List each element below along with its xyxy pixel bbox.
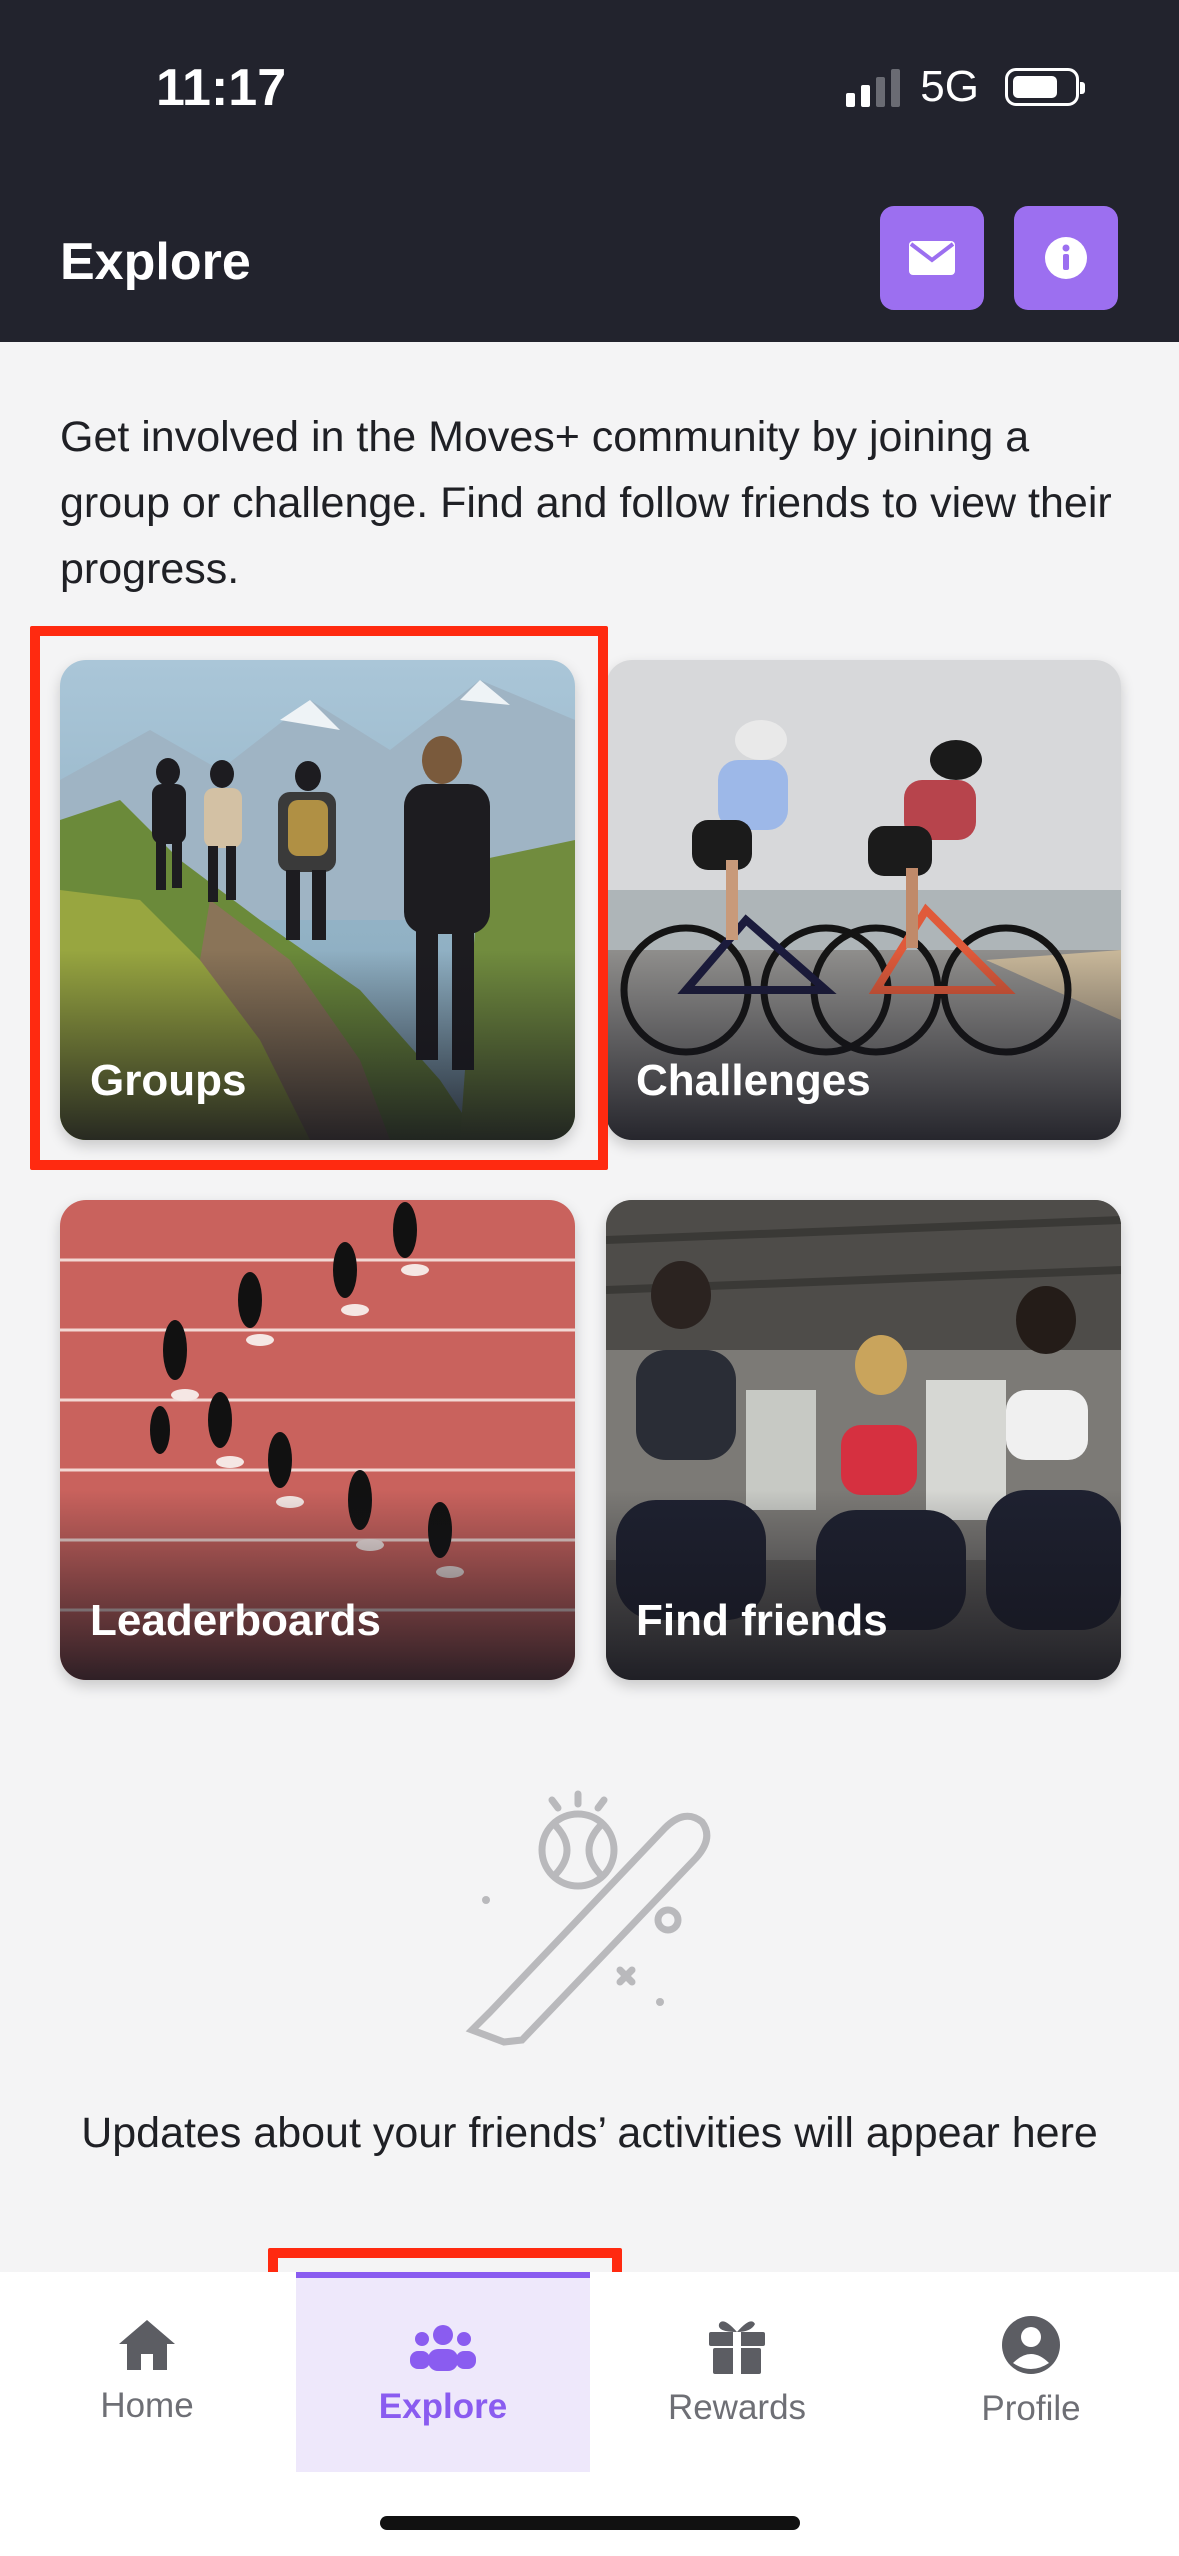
gift-icon [709,2321,765,2374]
leaderboards-tile[interactable]: Leaderboards [60,1200,575,1680]
groups-highlight [30,626,608,1170]
leaderboards-label: Leaderboards [90,1596,381,1645]
tile-shade [606,1490,1121,1680]
info-icon [1045,237,1087,279]
status-indicators: 5G [846,62,1085,112]
envelope-icon [909,241,955,275]
status-time: 11:17 [156,59,287,117]
page-title: Explore [60,233,251,291]
signal-icon [846,67,901,107]
people-icon [410,2325,476,2371]
info-button[interactable] [1014,206,1118,310]
bottom-tab-bar: Home Explore Rewards Profile [0,2272,1179,2556]
tile-shade [60,1490,575,1680]
app-header: 11:17 5G Explore [0,0,1179,342]
home-indicator [380,2516,800,2530]
tab-rewards-label: Rewards [667,2388,807,2427]
messages-button[interactable] [880,206,984,310]
tab-explore-label: Explore [378,2387,508,2426]
challenges-label: Challenges [636,1056,871,1105]
tab-profile[interactable]: Profile [884,2272,1178,2472]
intro-text: Get involved in the Moves+ community by … [60,413,1112,593]
tab-home-label: Home [100,2386,194,2425]
network-label: 5G [920,62,979,111]
tile-shade [606,950,1121,1140]
empty-state-text: Updates about your friends’ activities w… [81,2109,1098,2157]
user-circle-icon [1002,2316,1060,2374]
challenges-tile[interactable]: Challenges [606,660,1121,1140]
tab-explore[interactable]: Explore [296,2272,590,2472]
battery-icon [1005,68,1085,106]
tab-profile-label: Profile [981,2389,1081,2428]
find-friends-label: Find friends [636,1596,888,1645]
baseball-bat-icon [465,1790,711,2046]
home-icon [119,2320,175,2370]
tab-home[interactable]: Home [0,2272,294,2472]
find-friends-tile[interactable]: Find friends [606,1200,1121,1680]
tab-rewards[interactable]: Rewards [590,2272,884,2472]
